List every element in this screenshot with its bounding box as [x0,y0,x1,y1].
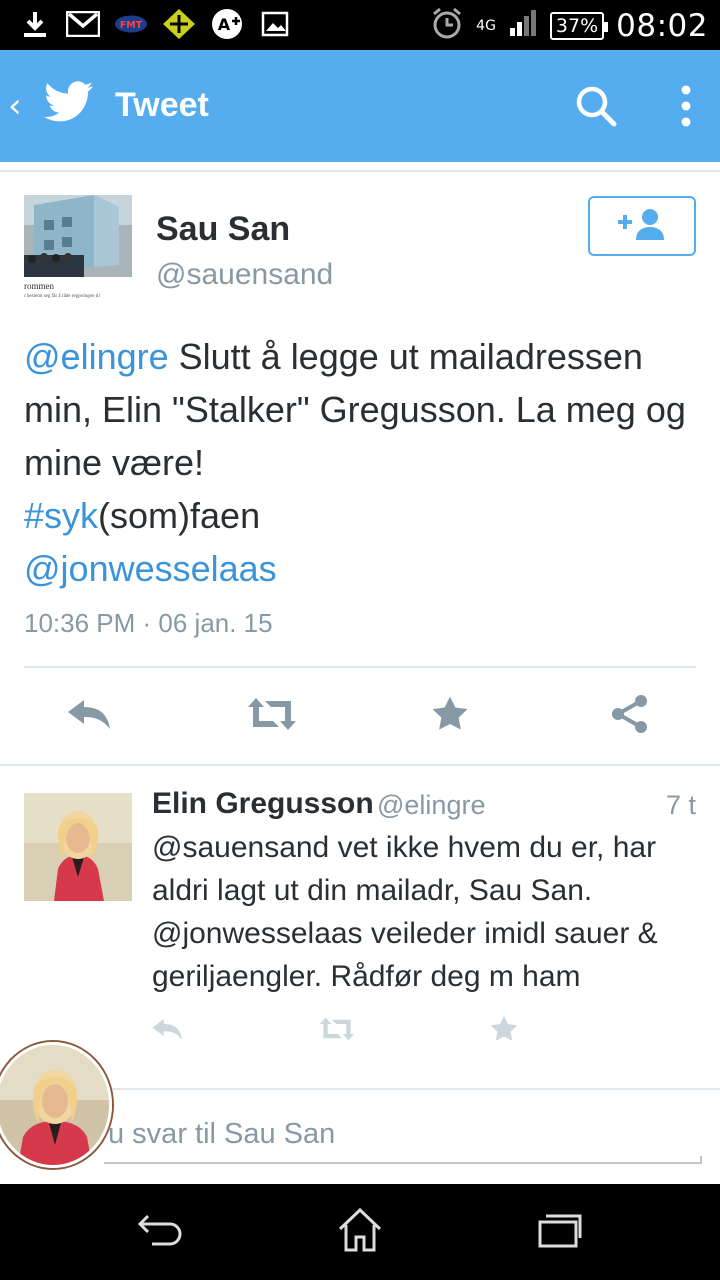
mention-link-2[interactable]: @jonwesselaas [24,548,277,589]
tweet-body-2: (som)faen [98,495,261,536]
image-icon [258,8,292,40]
tweet-text: @elingre Slutt å legge ut mailadressen m… [24,330,704,595]
gmail-icon [66,8,100,40]
reply-favorite-button[interactable] [486,1014,522,1048]
favorite-icon [429,694,471,739]
retweet-icon [317,1015,357,1048]
app-plus-icon: A [210,8,244,40]
retweet-button[interactable] [244,694,300,738]
action-bar: ‹ Tweet [0,50,720,162]
svg-text:FMT: FMT [120,20,143,31]
author-handle[interactable]: @sauensand [156,258,333,292]
reply-author-avatar[interactable] [24,793,132,901]
reply-text: @sauensand vet ikke hvem du er, har aldr… [152,831,658,993]
follow-button[interactable] [588,196,696,256]
search-icon[interactable] [572,82,620,135]
reply-icon [151,1016,185,1047]
alarm-icon [430,6,464,45]
more-vertical-icon[interactable] [672,82,700,135]
add-user-icon [614,206,670,247]
fmt-icon: FMT [114,8,148,40]
share-icon [609,693,651,740]
reply-input-underline [104,1156,702,1164]
favorite-icon [488,1014,520,1049]
download-icon [18,8,52,40]
retweet-icon [244,695,300,738]
mention-link[interactable]: @elingre [24,336,169,377]
home-icon [336,1207,384,1258]
reply-author-name[interactable]: Elin Gregusson [152,787,374,821]
nav-home-button[interactable] [330,1206,390,1258]
network-type: 4G [476,17,496,34]
reply-reply-button[interactable] [150,1014,186,1048]
reply-time: 7 t [665,790,696,820]
divider [24,666,696,668]
share-button[interactable] [606,694,654,738]
navigation-bar [0,1184,720,1280]
page-title: Tweet [115,86,209,124]
favorite-button[interactable] [426,694,474,738]
hashtag-link[interactable]: #syk [24,495,98,536]
back-icon [136,1212,184,1253]
clock: 08:02 [616,7,708,44]
battery-indicator: 37% [549,11,609,40]
svg-text:A: A [218,15,231,34]
divider [0,764,720,766]
notification-icons: FMT A [18,8,292,40]
author-name[interactable]: Sau San [156,210,290,249]
chevron-left-icon[interactable]: ‹ [8,86,22,126]
nav-back-button[interactable] [130,1206,190,1258]
reply-retweet-button[interactable] [316,1014,358,1048]
status-bar: FMT A 4G 37% 08:02 [0,0,720,50]
twitter-bird-icon[interactable] [44,80,94,129]
tweet-timestamp: 10:36 PM · 06 jan. 15 [24,608,273,638]
status-indicators: 4G 37% 08:02 [430,6,708,45]
author-avatar[interactable]: rommen r bestemt seg får å råde regjerin… [24,195,132,303]
divider [104,1088,720,1090]
reply-author-handle[interactable]: @elingre [377,790,485,821]
divider [0,170,720,172]
reply-button[interactable] [66,694,114,738]
recent-apps-icon [536,1212,584,1253]
nav-recent-apps-button[interactable] [530,1206,590,1258]
avatar-caption: rommen [24,281,54,291]
user-avatar [0,1042,112,1168]
signal-icon [508,8,538,43]
app-icon [162,8,196,40]
reply-input[interactable]: u svar til Sau San [108,1118,335,1151]
avatar-subcaption: r bestemt seg får å råde regjeringen til [24,294,100,299]
reply-icon [66,696,114,737]
